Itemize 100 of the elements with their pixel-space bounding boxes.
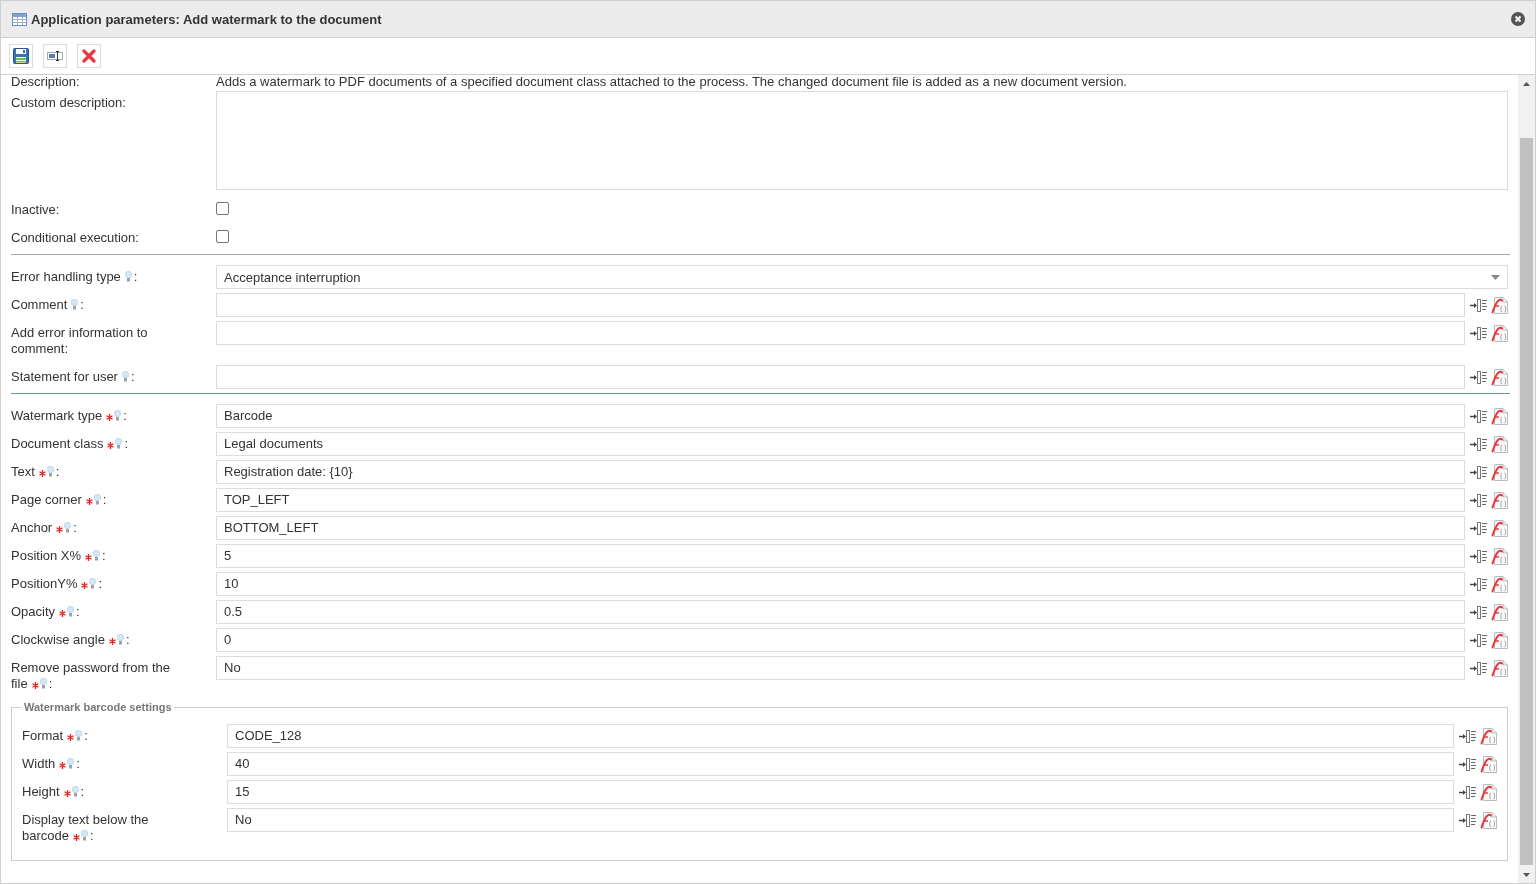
- input-field[interactable]: 0.5: [216, 600, 1465, 624]
- input-field[interactable]: No: [227, 808, 1454, 832]
- checkbox[interactable]: [216, 230, 229, 243]
- arrow-list-icon[interactable]: [1470, 326, 1487, 340]
- field-label: Opacity: [11, 604, 56, 619]
- input-field[interactable]: [216, 365, 1465, 389]
- function-document-icon[interactable]: [1491, 659, 1508, 677]
- function-document-icon[interactable]: [1480, 755, 1497, 773]
- arrow-list-icon[interactable]: [1470, 633, 1487, 647]
- input-field[interactable]: [216, 293, 1465, 317]
- arrow-list-icon[interactable]: [1470, 465, 1487, 479]
- field-label: Custom description:: [11, 95, 126, 110]
- function-document-icon[interactable]: [1491, 631, 1508, 649]
- field-label: Document class: [11, 436, 104, 451]
- field-label: Remove password from the: [11, 660, 170, 675]
- input-field[interactable]: No: [216, 656, 1465, 680]
- label-colon: :: [98, 576, 103, 591]
- function-document-icon[interactable]: [1480, 783, 1497, 801]
- arrow-list-icon[interactable]: [1470, 493, 1487, 507]
- function-document-icon[interactable]: [1491, 519, 1508, 537]
- field-label: file: [11, 676, 28, 691]
- label-colon: :: [124, 436, 129, 451]
- arrow-list-icon[interactable]: [1459, 813, 1476, 827]
- field-label: barcode: [22, 828, 69, 843]
- field-label: Page corner: [11, 492, 82, 507]
- arrow-list-icon[interactable]: [1459, 785, 1476, 799]
- function-document-icon[interactable]: [1491, 603, 1508, 621]
- scrollbar-thumb[interactable]: [1520, 138, 1533, 865]
- input-field[interactable]: TOP_LEFT: [216, 488, 1465, 512]
- label-colon: :: [102, 548, 106, 563]
- arrow-list-icon[interactable]: [1470, 409, 1487, 423]
- field-label: Display text below the: [22, 812, 149, 827]
- arrow-list-icon[interactable]: [1470, 549, 1487, 563]
- label-colon: :: [76, 756, 80, 771]
- function-document-icon[interactable]: [1480, 811, 1497, 829]
- select-field[interactable]: Acceptance interruption: [216, 265, 1508, 289]
- scroll-up-icon[interactable]: [1523, 81, 1530, 86]
- input-field[interactable]: 5: [216, 544, 1465, 568]
- field-label: Comment: [11, 297, 68, 312]
- input-field[interactable]: 10: [216, 572, 1465, 596]
- checkbox[interactable]: [216, 202, 229, 215]
- arrow-list-icon[interactable]: [1470, 370, 1487, 384]
- arrow-list-icon[interactable]: [1459, 757, 1476, 771]
- input-field[interactable]: 15: [227, 780, 1454, 804]
- field-label: Add error information to comment:: [11, 325, 148, 356]
- field-label: Conditional execution:: [11, 230, 139, 245]
- label-colon: :: [84, 728, 88, 743]
- field-label: Format: [22, 728, 64, 743]
- close-icon[interactable]: [1511, 12, 1525, 26]
- function-document-icon[interactable]: [1491, 324, 1508, 342]
- scroll-down-icon[interactable]: [1523, 872, 1530, 877]
- function-document-icon[interactable]: [1491, 491, 1508, 509]
- field-label: Statement for user: [11, 369, 118, 384]
- label-colon: :: [130, 369, 135, 384]
- field-label: Height: [22, 784, 60, 799]
- cancel-button[interactable]: [77, 44, 101, 68]
- caret-icon: [1491, 274, 1500, 280]
- text-field-icon: [47, 51, 63, 61]
- field-label: PositionY%: [11, 576, 78, 591]
- arrow-list-icon[interactable]: [1470, 577, 1487, 591]
- input-field[interactable]: 0: [216, 628, 1465, 652]
- function-document-icon[interactable]: [1491, 547, 1508, 565]
- function-document-icon[interactable]: [1491, 575, 1508, 593]
- arrow-list-icon[interactable]: [1470, 298, 1487, 312]
- label-colon: :: [80, 297, 84, 312]
- arrow-list-icon[interactable]: [1459, 729, 1476, 743]
- scrollbar[interactable]: [1518, 75, 1535, 883]
- arrow-list-icon[interactable]: [1470, 437, 1487, 451]
- input-field[interactable]: 40: [227, 752, 1454, 776]
- function-document-icon[interactable]: [1491, 407, 1508, 425]
- field-label: Position X%: [11, 548, 82, 563]
- function-document-icon[interactable]: [1491, 435, 1508, 453]
- function-document-icon[interactable]: [1491, 368, 1508, 386]
- label-colon: :: [48, 676, 53, 691]
- field-label: Error handling type: [11, 269, 121, 284]
- textarea-field[interactable]: [216, 91, 1508, 190]
- label-colon: :: [55, 464, 60, 479]
- input-field[interactable]: BOTTOM_LEFT: [216, 516, 1465, 540]
- label-colon: :: [123, 408, 127, 423]
- arrow-list-icon[interactable]: [1470, 521, 1487, 535]
- field-label: Anchor: [11, 520, 53, 535]
- toolbar-button[interactable]: [43, 44, 67, 68]
- arrow-list-icon[interactable]: [1470, 605, 1487, 619]
- function-document-icon[interactable]: [1491, 463, 1508, 481]
- label-colon: :: [90, 828, 94, 843]
- window-title: Application parameters: Add watermark to the document: [31, 11, 383, 27]
- input-field[interactable]: Barcode: [216, 404, 1465, 428]
- function-document-icon[interactable]: [1480, 727, 1497, 745]
- label-colon: :: [80, 784, 85, 799]
- arrow-list-icon[interactable]: [1470, 661, 1487, 675]
- input-field[interactable]: [216, 321, 1465, 345]
- label-colon: :: [73, 520, 77, 535]
- label-colon: :: [133, 269, 138, 284]
- save-button[interactable]: [9, 44, 33, 68]
- function-document-icon[interactable]: [1491, 296, 1508, 314]
- input-field[interactable]: CODE_128: [227, 724, 1454, 748]
- input-field[interactable]: Legal documents: [216, 432, 1465, 456]
- input-field[interactable]: Registration date: {10}: [216, 460, 1465, 484]
- field-label: Width: [22, 756, 56, 771]
- table-icon: [12, 12, 27, 26]
